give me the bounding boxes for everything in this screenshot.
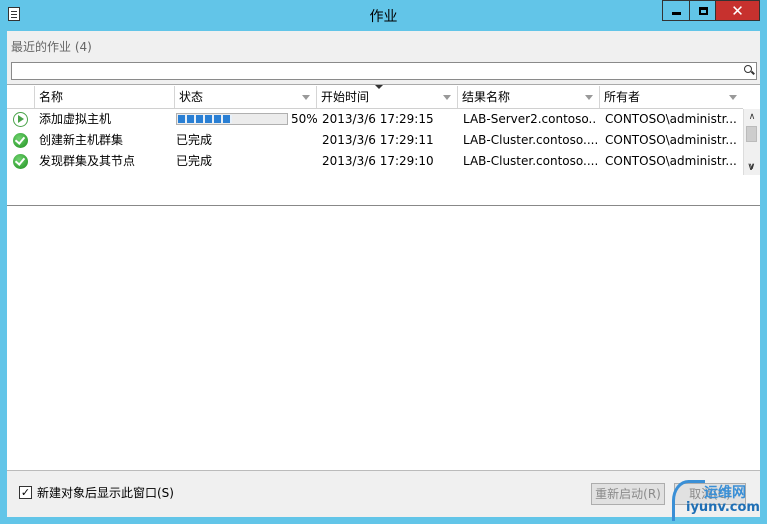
job-owner: CONTOSO\administr...: [605, 133, 737, 147]
scroll-up-icon[interactable]: ∧: [744, 109, 760, 125]
job-progress-fill: [178, 115, 232, 123]
header-owner-label: 所有者: [604, 90, 641, 104]
header-start-time[interactable]: 开始时间: [317, 86, 458, 108]
jobs-window: 作业 ✕ 最近的作业 (4) 名称 状态 开始时间 结果名称 所有者 添加虚拟主…: [0, 0, 767, 524]
show-window-checkbox[interactable]: ✓: [19, 486, 32, 499]
search-icon[interactable]: [744, 65, 752, 73]
job-name: 创建新主机群集: [39, 133, 124, 147]
job-result-name: LAB-Cluster.contoso....: [463, 154, 597, 168]
window-client-area: 最近的作业 (4) 名称 状态 开始时间 结果名称 所有者 添加虚拟主机 50%…: [7, 31, 760, 517]
job-name: 发现群集及其节点: [39, 154, 136, 168]
table-row[interactable]: 添加虚拟主机 50% 2013/3/6 17:29:15 LAB-Server2…: [7, 109, 743, 130]
completed-check-icon: [13, 133, 28, 148]
watermark-logo: 运维网 iyunv.com: [672, 480, 764, 522]
grid-header: 名称 状态 开始时间 结果名称 所有者: [7, 85, 743, 109]
minimize-icon: [672, 12, 681, 15]
maximize-icon: [698, 6, 708, 15]
restart-button[interactable]: 重新启动(R): [591, 483, 665, 505]
expand-details-chevron-icon[interactable]: ∨: [747, 160, 755, 173]
filter-dropdown-icon[interactable]: [729, 95, 737, 100]
job-start-time: 2013/3/6 17:29:10: [322, 154, 434, 168]
header-start-time-label: 开始时间: [321, 90, 370, 104]
completed-check-icon: [13, 154, 28, 169]
job-owner: CONTOSO\administr...: [605, 154, 737, 168]
job-progress-bar: [176, 113, 288, 125]
search-input[interactable]: [11, 62, 757, 80]
job-start-time: 2013/3/6 17:29:15: [322, 112, 434, 126]
scrollbar-thumb[interactable]: [746, 126, 757, 142]
watermark-text-2: iyunv.com: [686, 500, 760, 515]
sort-descending-icon: [375, 85, 383, 89]
window-title: 作业: [369, 9, 398, 25]
filter-dropdown-icon[interactable]: [302, 95, 310, 100]
close-button[interactable]: ✕: [715, 0, 760, 21]
job-status: 已完成: [176, 154, 213, 168]
job-result-name: LAB-Server2.contoso....: [463, 112, 597, 126]
table-row[interactable]: 创建新主机群集 已完成 2013/3/6 17:29:11 LAB-Cluste…: [7, 130, 743, 151]
job-progress-percent: 50%: [291, 112, 317, 126]
filter-dropdown-icon[interactable]: [443, 95, 451, 100]
header-name-label: 名称: [39, 90, 64, 104]
minimize-button[interactable]: [662, 0, 690, 21]
header-name[interactable]: 名称: [35, 86, 175, 108]
recent-jobs-label: 最近的作业 (4): [11, 40, 92, 54]
running-play-icon: [13, 112, 28, 127]
maximize-button[interactable]: [689, 0, 716, 21]
job-status: 已完成: [176, 133, 213, 147]
header-status-label: 状态: [179, 90, 204, 104]
title-bar[interactable]: 作业 ✕: [0, 0, 767, 30]
job-owner: CONTOSO\administr...: [605, 112, 737, 126]
header-icon-column[interactable]: [7, 86, 35, 108]
job-name: 添加虚拟主机: [39, 112, 112, 126]
watermark-text-1: 运维网: [704, 485, 746, 501]
job-details-pane: [7, 206, 760, 471]
job-start-time: 2013/3/6 17:29:11: [322, 133, 434, 147]
header-status[interactable]: 状态: [175, 86, 317, 108]
show-window-checkbox-label[interactable]: 新建对象后显示此窗口(S): [37, 486, 174, 500]
table-row[interactable]: 发现群集及其节点 已完成 2013/3/6 17:29:10 LAB-Clust…: [7, 151, 743, 172]
header-result-name[interactable]: 结果名称: [458, 86, 600, 108]
header-result-name-label: 结果名称: [462, 90, 511, 104]
header-owner[interactable]: 所有者: [600, 86, 743, 108]
checkmark-icon: ✓: [20, 486, 31, 499]
filter-dropdown-icon[interactable]: [585, 95, 593, 100]
job-result-name: LAB-Cluster.contoso....: [463, 133, 597, 147]
close-icon: ✕: [731, 1, 744, 20]
jobs-grid: 名称 状态 开始时间 结果名称 所有者 添加虚拟主机 50% 2013/3/6 …: [7, 84, 760, 206]
